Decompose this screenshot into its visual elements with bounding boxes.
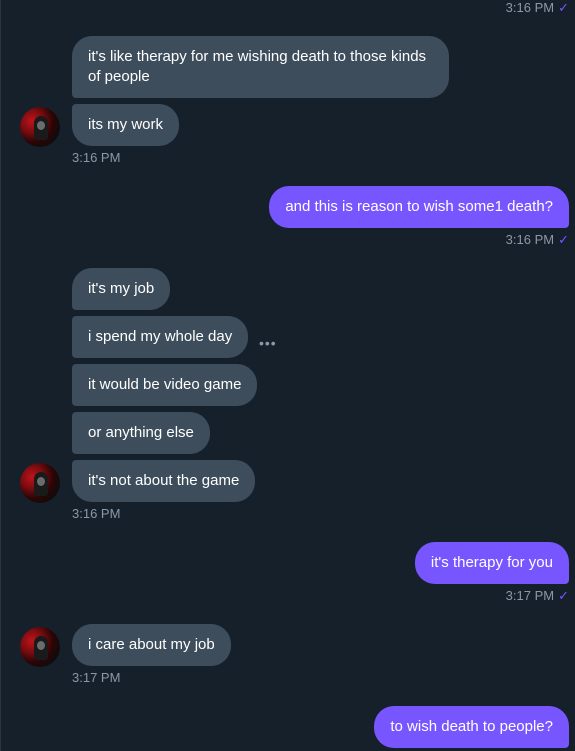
more-options-icon[interactable]: ••• [259,336,277,350]
incoming-message[interactable]: its my work [72,104,179,146]
avatar-face [37,121,45,130]
avatar-face [37,477,45,486]
conversation-view: 3:16 PM ✓ it's like therapy for me wishi… [0,0,575,751]
message-timestamp: 3:17 PM [72,670,121,685]
message-timestamp: 3:17 PM ✓ [505,588,569,603]
outgoing-message[interactable]: and this is reason to wish some1 death? [269,186,569,228]
incoming-message[interactable]: it's not about the game [72,460,256,502]
incoming-message[interactable]: it's my job [72,268,171,310]
message-timestamp: 3:16 PM ✓ [505,232,569,247]
outgoing-message[interactable]: to wish death to people? [374,706,569,748]
message-timestamp: 3:16 PM [72,506,121,521]
incoming-message[interactable]: or anything else [72,412,210,454]
outgoing-message[interactable]: it's therapy for you [414,542,569,584]
incoming-message[interactable]: i spend my whole day [72,316,249,358]
incoming-message[interactable]: it would be video game [72,364,258,406]
avatar[interactable] [20,107,60,147]
message-timestamp: 3:16 PM ✓ [505,0,569,15]
checkmark-icon: ✓ [558,588,569,603]
avatar-face [37,641,45,650]
avatar[interactable] [20,627,60,667]
avatar[interactable] [20,463,60,503]
incoming-message[interactable]: i care about my job [72,624,231,666]
checkmark-icon: ✓ [558,0,569,15]
message-timestamp: 3:16 PM [72,150,121,165]
checkmark-icon: ✓ [558,232,569,247]
incoming-message[interactable]: it's like therapy for me wishing death t… [72,36,449,98]
